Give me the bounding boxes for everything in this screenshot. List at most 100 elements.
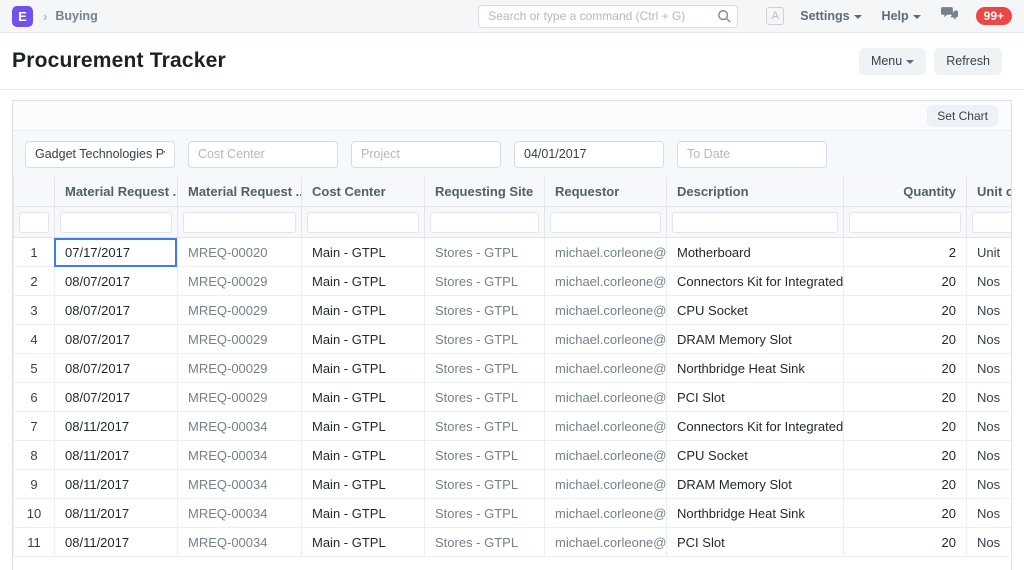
table-cell[interactable]: 08/11/2017 [54,470,177,499]
table-cell[interactable]: 20 [843,325,966,354]
table-cell[interactable]: Stores - GTPL [424,238,544,267]
chat-icon[interactable] [941,6,958,26]
company-filter[interactable] [25,141,175,168]
cost-center-filter[interactable] [188,141,338,168]
table-cell[interactable]: Main - GTPL [301,470,424,499]
table-cell[interactable]: Main - GTPL [301,325,424,354]
table-cell[interactable]: MREQ-00034 [177,528,301,557]
column-filter-input[interactable] [430,212,539,233]
app-logo[interactable]: E [12,6,33,27]
table-cell[interactable]: 20 [843,267,966,296]
table-cell[interactable]: MREQ-00029 [177,296,301,325]
table-cell[interactable]: MREQ-00020 [177,238,301,267]
table-cell[interactable]: 20 [843,470,966,499]
notification-badge[interactable]: 99+ [976,7,1012,25]
table-cell[interactable]: Nos [966,354,1012,383]
table-cell[interactable]: michael.corleone@g... [544,441,666,470]
table-cell[interactable]: Stores - GTPL [424,296,544,325]
table-cell[interactable]: Stores - GTPL [424,528,544,557]
column-filter-input[interactable] [60,212,172,233]
table-cell[interactable]: 08/07/2017 [54,325,177,354]
table-cell[interactable]: michael.corleone@g... [544,238,666,267]
table-cell[interactable]: PCI Slot [666,383,843,412]
column-filter-input[interactable] [307,212,419,233]
project-filter[interactable] [351,141,501,168]
table-cell[interactable]: Nos [966,296,1012,325]
column-header[interactable]: Cost Center [301,177,424,207]
column-header[interactable]: Requesting Site [424,177,544,207]
column-header[interactable]: Material Request ... [177,177,301,207]
table-cell[interactable]: MREQ-00029 [177,325,301,354]
table-cell[interactable]: 08/11/2017 [54,441,177,470]
breadcrumb[interactable]: Buying [55,9,97,23]
column-header[interactable]: Requestor [544,177,666,207]
table-cell[interactable]: michael.corleone@g... [544,383,666,412]
table-cell[interactable]: michael.corleone@g... [544,267,666,296]
table-cell[interactable]: Main - GTPL [301,528,424,557]
table-cell[interactable]: DRAM Memory Slot [666,470,843,499]
table-cell[interactable]: michael.corleone@g... [544,470,666,499]
table-cell[interactable]: Main - GTPL [301,238,424,267]
table-cell[interactable]: 20 [843,296,966,325]
table-cell[interactable]: Stores - GTPL [424,325,544,354]
column-header[interactable]: Material Request ... [54,177,177,207]
column-header[interactable]: Description [666,177,843,207]
search-icon[interactable] [717,9,731,28]
table-cell[interactable]: Northbridge Heat Sink [666,354,843,383]
table-cell[interactable]: Main - GTPL [301,267,424,296]
table-cell[interactable]: Nos [966,383,1012,412]
column-filter-input[interactable] [849,212,961,233]
table-cell[interactable]: DRAM Memory Slot [666,325,843,354]
table-cell[interactable]: MREQ-00029 [177,383,301,412]
table-cell[interactable]: Nos [966,528,1012,557]
table-cell[interactable]: Stores - GTPL [424,470,544,499]
table-cell[interactable]: 20 [843,412,966,441]
table-cell[interactable]: Unit [966,238,1012,267]
table-cell[interactable]: Connectors Kit for Integrated P... [666,267,843,296]
table-cell[interactable]: 08/07/2017 [54,296,177,325]
table-cell[interactable]: Stores - GTPL [424,354,544,383]
table-cell[interactable]: 08/07/2017 [54,354,177,383]
table-cell[interactable]: Nos [966,441,1012,470]
table-cell[interactable]: 20 [843,499,966,528]
table-cell[interactable]: Main - GTPL [301,354,424,383]
table-cell[interactable]: MREQ-00034 [177,499,301,528]
table-cell[interactable]: michael.corleone@g... [544,528,666,557]
column-header[interactable]: Unit o [966,177,1012,207]
table-cell[interactable]: 08/07/2017 [54,383,177,412]
table-cell[interactable]: michael.corleone@g... [544,412,666,441]
from-date-filter[interactable] [514,141,664,168]
help-menu[interactable]: Help [882,9,921,23]
column-filter-input[interactable] [972,212,1012,233]
column-header[interactable]: Quantity [843,177,966,207]
table-cell[interactable]: Northbridge Heat Sink [666,499,843,528]
settings-menu[interactable]: Settings [800,9,861,23]
table-cell[interactable]: 20 [843,528,966,557]
table-cell[interactable]: MREQ-00029 [177,267,301,296]
table-cell[interactable]: MREQ-00034 [177,441,301,470]
table-cell[interactable]: CPU Socket [666,441,843,470]
table-cell[interactable]: michael.corleone@g... [544,325,666,354]
column-filter-input[interactable] [19,212,49,233]
table-cell[interactable]: 08/11/2017 [54,412,177,441]
table-cell[interactable]: 2 [843,238,966,267]
table-cell[interactable]: Connectors Kit for Integrated P... [666,412,843,441]
table-cell[interactable]: 08/11/2017 [54,499,177,528]
table-cell[interactable]: Nos [966,267,1012,296]
table-cell[interactable]: michael.corleone@g... [544,499,666,528]
table-cell[interactable]: Stores - GTPL [424,383,544,412]
table-cell[interactable]: 08/07/2017 [54,267,177,296]
table-cell[interactable]: Stores - GTPL [424,441,544,470]
column-filter-input[interactable] [550,212,661,233]
table-cell[interactable]: Main - GTPL [301,441,424,470]
table-cell[interactable]: Main - GTPL [301,296,424,325]
refresh-button[interactable]: Refresh [934,48,1002,75]
table-cell[interactable]: Main - GTPL [301,499,424,528]
table-cell[interactable]: 20 [843,354,966,383]
table-cell[interactable]: MREQ-00034 [177,470,301,499]
table-cell[interactable]: CPU Socket [666,296,843,325]
table-cell[interactable]: 07/17/2017 [54,238,177,267]
table-cell[interactable]: Nos [966,325,1012,354]
column-filter-input[interactable] [183,212,296,233]
table-cell[interactable]: Stores - GTPL [424,267,544,296]
